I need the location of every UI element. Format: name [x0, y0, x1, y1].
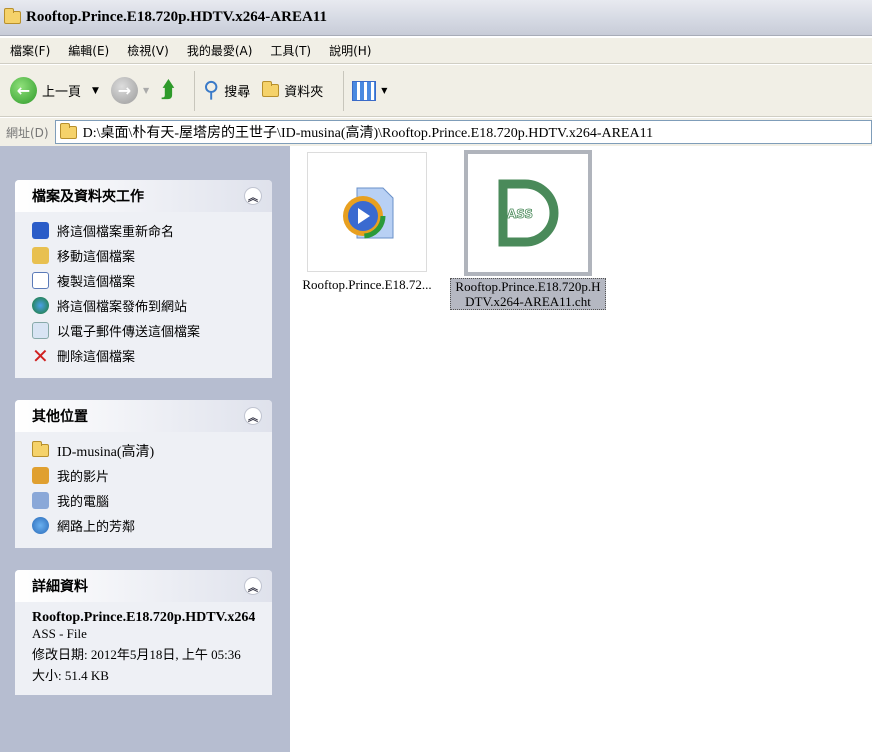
details-panel: 詳細資料 ︽ Rooftop.Prince.E18.720p.HDTV.x264-… — [15, 570, 272, 695]
task-rename[interactable]: 將這個檔案重新命名 — [32, 218, 272, 243]
search-button[interactable]: ⚲ 搜尋 — [203, 78, 250, 103]
menu-bar: 檔案(F) 編輯(E) 檢視(V) 我的最愛(A) 工具(T) 說明(H) — [0, 38, 872, 64]
folders-button[interactable]: 資料夾 — [262, 81, 323, 100]
place-label: 網路上的芳鄰 — [57, 520, 136, 535]
search-label: 搜尋 — [224, 85, 251, 100]
folder-icon — [32, 441, 49, 457]
back-button[interactable]: ← 上一頁 ▼ — [10, 77, 99, 104]
task-label: 複製這個檔案 — [57, 275, 136, 290]
task-publish[interactable]: 將這個檔案發佈到網站 — [32, 293, 272, 318]
task-delete[interactable]: ✕ 刪除這個檔案 — [32, 343, 272, 368]
collapse-icon[interactable]: ︽ — [244, 577, 262, 595]
delete-icon: ✕ — [32, 343, 49, 368]
ass-subtitle-icon: ASS — [464, 150, 592, 276]
task-label: 刪除這個檔案 — [57, 350, 136, 365]
folder-icon — [59, 122, 77, 139]
forward-button[interactable]: → ▼ — [110, 77, 149, 104]
move-icon — [32, 247, 49, 264]
detail-type: ASS - File — [32, 626, 87, 641]
place-folder[interactable]: ID-musina(高清) — [32, 438, 272, 463]
back-label: 上一頁 — [42, 85, 82, 100]
place-label: 我的影片 — [57, 470, 110, 485]
detail-modified: 修改日期: 2012年5月18日, 上午 05:36 — [32, 647, 241, 662]
panel-header[interactable]: 檔案及資料夾工作 ︽ — [15, 180, 272, 212]
panel-header[interactable]: 詳細資料 ︽ — [15, 570, 272, 602]
folder-icon — [262, 81, 280, 97]
panel-title: 其他位置 — [32, 409, 88, 425]
detail-filename: Rooftop.Prince.E18.720p.HDTV.x264-AREA11… — [32, 610, 255, 625]
back-arrow-icon: ← — [10, 77, 37, 104]
collapse-icon[interactable]: ︽ — [244, 407, 262, 425]
menu-help[interactable]: 說明(H) — [329, 42, 371, 59]
file-name: Rooftop.Prince.E18.72... — [302, 277, 432, 292]
chevron-down-icon[interactable]: ▼ — [92, 86, 99, 96]
ass-badge: ASS — [507, 207, 533, 221]
network-icon — [32, 517, 49, 534]
file-item-selected[interactable]: ASS Rooftop.Prince.E18.720p.HDTV.x264-AR… — [448, 150, 608, 310]
task-label: 將這個檔案發佈到網站 — [57, 300, 188, 315]
menu-view[interactable]: 檢視(V) — [127, 42, 169, 59]
folder-icon — [4, 8, 21, 24]
views-icon — [352, 80, 377, 101]
place-my-computer[interactable]: 我的電腦 — [32, 488, 272, 513]
globe-icon — [32, 297, 49, 314]
detail-size: 大小: 51.4 KB — [32, 668, 109, 683]
email-icon — [32, 322, 49, 339]
forward-arrow-icon: → — [110, 77, 138, 104]
copy-icon — [32, 272, 49, 289]
panel-title: 詳細資料 — [32, 579, 88, 595]
up-folder-button[interactable]: ⮭ — [161, 78, 174, 103]
chevron-down-icon: ▼ — [381, 86, 388, 95]
place-label: ID-musina(高清) — [57, 444, 155, 460]
menu-file[interactable]: 檔案(F) — [10, 42, 50, 59]
file-list: Rooftop.Prince.E18.72... ASS Rooftop.Pri… — [290, 146, 872, 752]
chevron-down-icon[interactable]: ▼ — [143, 86, 149, 95]
views-button[interactable]: ▼ — [352, 80, 388, 101]
address-input[interactable]: D:\桌面\朴有天-屋塔房的王世子\ID-musina(高清)\Rooftop.… — [54, 120, 872, 144]
up-folder-icon: ⮭ — [161, 78, 175, 103]
address-bar: 網址(D) D:\桌面\朴有天-屋塔房的王世子\ID-musina(高清)\Ro… — [0, 118, 872, 146]
computer-icon — [32, 492, 49, 509]
toolbar: ← 上一頁 ▼ → ▼ ⮭ ⚲ 搜尋 資料夾 ▼ — [0, 65, 872, 117]
media-file-icon — [307, 152, 427, 272]
task-label: 以電子郵件傳送這個檔案 — [57, 325, 201, 340]
place-my-videos[interactable]: 我的影片 — [32, 463, 272, 488]
file-tasks-panel: 檔案及資料夾工作 ︽ 將這個檔案重新命名 移動這個檔案 複製這個檔案 將這個檔案發… — [15, 180, 272, 378]
toolbar-divider — [343, 70, 345, 111]
place-label: 我的電腦 — [57, 495, 110, 510]
task-email[interactable]: 以電子郵件傳送這個檔案 — [32, 318, 272, 343]
panel-title: 檔案及資料夾工作 — [32, 189, 144, 205]
address-label: 網址(D) — [6, 125, 49, 140]
place-network[interactable]: 網路上的芳鄰 — [32, 513, 272, 538]
task-label: 將這個檔案重新命名 — [57, 225, 175, 240]
collapse-icon[interactable]: ︽ — [244, 187, 262, 205]
rename-icon — [32, 222, 49, 239]
address-value: D:\桌面\朴有天-屋塔房的王世子\ID-musina(高清)\Rooftop.… — [82, 126, 654, 141]
folders-label: 資料夾 — [284, 85, 324, 100]
task-label: 移動這個檔案 — [57, 250, 136, 265]
videos-icon — [32, 467, 49, 484]
file-name: Rooftop.Prince.E18.720p.HDTV.x264-AREA11… — [450, 278, 606, 310]
window-title: Rooftop.Prince.E18.720p.HDTV.x264-AREA11 — [26, 9, 327, 25]
other-places-panel: 其他位置 ︽ ID-musina(高清) 我的影片 我的電腦 網路上的芳鄰 — [15, 400, 272, 548]
menu-favorites[interactable]: 我的最愛(A) — [187, 42, 253, 59]
title-bar: Rooftop.Prince.E18.720p.HDTV.x264-AREA11 — [0, 0, 872, 36]
menu-edit[interactable]: 編輯(E) — [68, 42, 109, 59]
menu-tools[interactable]: 工具(T) — [270, 42, 311, 59]
task-copy[interactable]: 複製這個檔案 — [32, 268, 272, 293]
toolbar-divider — [194, 70, 196, 111]
search-icon: ⚲ — [203, 78, 220, 103]
panel-header[interactable]: 其他位置 ︽ — [15, 400, 272, 432]
task-move[interactable]: 移動這個檔案 — [32, 243, 272, 268]
file-item[interactable]: Rooftop.Prince.E18.72... — [292, 152, 442, 292]
task-pane: 檔案及資料夾工作 ︽ 將這個檔案重新命名 移動這個檔案 複製這個檔案 將這個檔案發… — [0, 146, 290, 752]
